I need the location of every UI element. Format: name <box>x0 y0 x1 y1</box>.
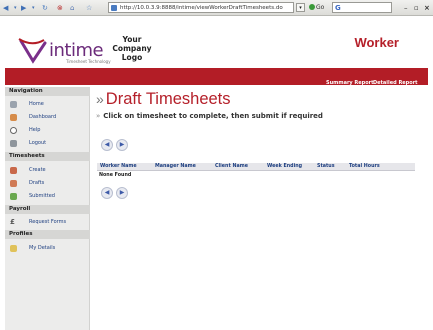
page-title-text: Draft Timesheets <box>105 90 231 108</box>
go-label: Go <box>316 4 325 11</box>
forward-dropdown-icon[interactable]: ▾ <box>32 3 35 13</box>
summary-report-link[interactable]: Summary Report <box>326 80 374 86</box>
help-icon <box>10 127 17 134</box>
sidebar-item-dashboard[interactable]: Dashboard <box>5 112 90 123</box>
brand-tagline: Timesheet Technology <box>66 59 111 64</box>
bookmark-icon[interactable]: ☆ <box>86 3 92 13</box>
sidebar-item-drafts[interactable]: Drafts <box>5 178 90 189</box>
address-bar[interactable]: http://10.0.3.9:8888/intime/viewWorkerDr… <box>108 2 294 13</box>
sidebar-item-create[interactable]: Create <box>5 165 90 176</box>
sidebar-item-label: Dashboard <box>29 114 57 120</box>
column-header[interactable]: Manager Name <box>155 164 196 169</box>
close-icon[interactable]: × <box>424 3 430 13</box>
empty-row: None Found <box>99 173 132 178</box>
column-header[interactable]: Total Hours <box>349 164 380 169</box>
main-content: » Draft Timesheets » Click on timesheet to… <box>91 87 428 330</box>
column-header[interactable]: Status <box>317 164 335 169</box>
title-chevron-icon: » <box>96 91 104 107</box>
logo-swoosh-icon <box>18 38 47 64</box>
url-text: http://10.0.3.9:8888/intime/viewWorkerDr… <box>120 5 283 11</box>
next-page-icon[interactable]: ▶ <box>116 187 128 199</box>
next-page-icon[interactable]: ▶ <box>116 139 128 151</box>
pager-top: ◀ ▶ <box>101 139 131 151</box>
dashboard-icon <box>10 114 17 121</box>
home-browser-icon[interactable]: ⌂ <box>70 3 74 13</box>
search-input[interactable]: G <box>332 2 392 13</box>
role-title: Worker <box>354 35 399 50</box>
sidebar-item-label: Logout <box>29 140 47 146</box>
page-title: » Draft Timesheets <box>96 90 231 109</box>
maximize-icon[interactable]: ▫ <box>414 3 419 13</box>
instruction-text: » Click on timesheet to complete, then su… <box>96 112 323 120</box>
sidebar-item-help[interactable]: Help <box>5 125 90 136</box>
url-dropdown-icon[interactable]: ▾ <box>296 3 305 12</box>
back-dropdown-icon[interactable]: ▾ <box>14 3 17 13</box>
company-logo-line: Your <box>122 35 142 44</box>
column-header[interactable]: Worker Name <box>100 164 137 169</box>
sidebar-section-payroll: Payroll <box>5 205 90 214</box>
detailed-report-link[interactable]: Detailed Report <box>373 80 418 86</box>
stop-icon[interactable]: ⊗ <box>57 3 63 13</box>
go-button[interactable]: Go <box>309 3 324 13</box>
brand-name: intime <box>49 40 104 61</box>
submitted-icon <box>10 193 17 200</box>
sidebar-item-submitted[interactable]: Submitted <box>5 191 90 202</box>
sidebar-item-request-forms[interactable]: £ Request Forms <box>5 217 90 228</box>
pound-icon: £ <box>10 218 15 226</box>
browser-toolbar: ◀ ▾ ▶ ▾ ↻ ⊗ ⌂ ☆ http://10.0.3.9:8888/int… <box>0 0 433 16</box>
back-arrow-icon[interactable]: ◀ <box>3 3 8 13</box>
minimize-icon[interactable]: – <box>404 3 408 13</box>
instruction-label: Click on timesheet to complete, then sub… <box>103 112 323 120</box>
forward-arrow-icon[interactable]: ▶ <box>21 3 26 13</box>
company-logo-line: Company <box>112 44 152 53</box>
instruction-chevron-icon: » <box>96 112 101 120</box>
sidebar-section-timesheets: Timesheets <box>5 152 90 161</box>
sidebar-item-label: Help <box>29 127 41 133</box>
reload-icon[interactable]: ↻ <box>42 3 48 13</box>
create-icon <box>10 167 17 174</box>
pager-bottom: ◀ ▶ <box>101 187 131 199</box>
sidebar-section-profiles: Profiles <box>5 230 90 239</box>
sidebar-item-label: Create <box>29 167 46 173</box>
sidebar-item-label: Drafts <box>29 180 45 186</box>
sidebar-item-my-details[interactable]: My Details <box>5 243 90 254</box>
table-header: Worker Name Manager Name Client Name Wee… <box>97 163 415 171</box>
sidebar-section-navigation: Navigation <box>5 87 90 96</box>
sidebar-item-label: Submitted <box>29 193 55 199</box>
sidebar-item-label: Request Forms <box>29 219 67 225</box>
sidebar-item-label: My Details <box>29 245 56 251</box>
sidebar-item-label: Home <box>29 101 44 107</box>
sidebar: Navigation Home Dashboard Help Logout Ti… <box>5 87 90 330</box>
prev-page-icon[interactable]: ◀ <box>101 187 113 199</box>
column-header[interactable]: Week Ending <box>267 164 302 169</box>
sidebar-item-home[interactable]: Home <box>5 99 90 110</box>
details-icon <box>10 245 17 252</box>
go-icon <box>309 4 315 10</box>
logout-icon <box>10 140 17 147</box>
drafts-icon <box>10 180 17 187</box>
company-logo: Your Company Logo <box>112 35 152 62</box>
column-header[interactable]: Client Name <box>215 164 248 169</box>
company-logo-line: Logo <box>121 53 143 62</box>
home-icon <box>10 101 17 108</box>
prev-page-icon[interactable]: ◀ <box>101 139 113 151</box>
page-favicon-icon <box>111 5 117 11</box>
sidebar-item-logout[interactable]: Logout <box>5 138 90 149</box>
search-engine-icon: G <box>335 4 341 12</box>
